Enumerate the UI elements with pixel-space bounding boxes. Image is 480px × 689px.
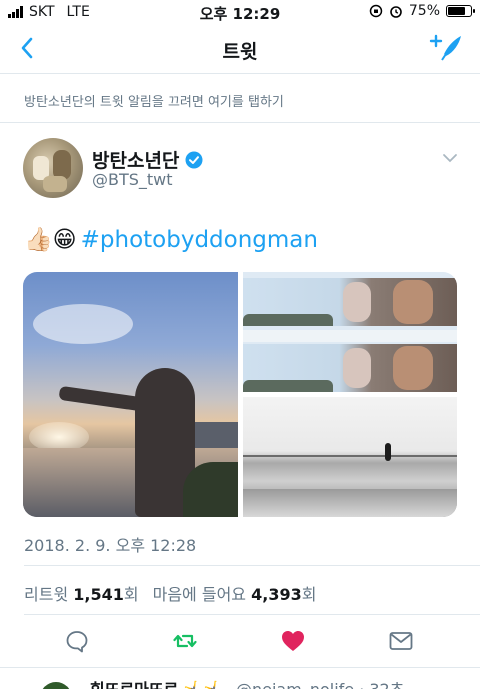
tweet-stats: 리트윗 1,541회 마음에 들어요 4,393회	[24, 581, 330, 605]
tweet-emoji: 👍🏻😁	[24, 227, 77, 253]
next-tweet-name: 힘뜨르마뜨르 🤸‍♀️🤸	[90, 676, 224, 689]
like-label: 마음에 들어요	[152, 585, 247, 604]
alarm-icon	[390, 6, 402, 18]
next-tweet-preview[interactable]: 힘뜨르마뜨르 🤸‍♀️🤸 @neiam_nolife · 32초	[0, 668, 480, 689]
author-handle[interactable]: @BTS_twt	[92, 170, 173, 189]
direct-message-icon[interactable]	[388, 628, 414, 654]
retweet-stat[interactable]: 리트윗 1,541회	[24, 581, 139, 605]
battery-percent: 75%	[408, 3, 440, 19]
tweet-text: 👍🏻😁 #photobyddongman	[24, 226, 318, 254]
retweet-label: 리트윗	[24, 585, 69, 604]
photo-1[interactable]	[23, 272, 238, 517]
photo-3[interactable]	[243, 397, 457, 517]
tweet-timestamp: 2018. 2. 9. 오후 12:28	[24, 536, 197, 555]
divider	[24, 614, 480, 615]
like-heart-icon[interactable]	[280, 628, 306, 654]
tweet-actions	[0, 626, 480, 658]
chevron-down-icon[interactable]	[442, 152, 458, 164]
avatar[interactable]	[40, 682, 72, 689]
photo-2[interactable]	[243, 272, 457, 392]
battery-icon	[446, 5, 475, 17]
compose-tweet-icon[interactable]	[428, 32, 464, 64]
status-bar: SKT LTE 오후 12:29 75%	[0, 0, 480, 24]
like-stat[interactable]: 마음에 들어요 4,393회	[153, 581, 317, 605]
verified-badge-icon	[185, 151, 203, 168]
media-grid	[23, 272, 457, 517]
reply-icon[interactable]	[64, 628, 90, 654]
orientation-lock-icon	[369, 4, 383, 18]
hashtag-link[interactable]: #photobyddongman	[81, 227, 318, 253]
notification-prompt[interactable]: 방탄소년단의 트윗 알림을 끄려면 여기를 탭하기	[24, 91, 284, 110]
status-right: 75%	[369, 3, 475, 19]
like-count: 4,393	[251, 585, 302, 604]
page-title: 트윗	[222, 41, 258, 63]
divider	[0, 122, 480, 123]
like-unit: 회	[301, 585, 317, 604]
author-name-row[interactable]: 방탄소년단	[92, 146, 203, 173]
author-avatar[interactable]	[23, 138, 83, 198]
author-name[interactable]: 방탄소년단	[92, 146, 179, 173]
retweet-unit: 회	[123, 585, 139, 604]
next-tweet-handle: @neiam_nolife · 32초	[236, 676, 404, 689]
retweet-count: 1,541	[73, 585, 124, 604]
divider	[24, 565, 480, 566]
battery-fill	[448, 7, 465, 15]
nav-bar: 트윗	[0, 24, 480, 74]
retweet-icon[interactable]	[172, 628, 198, 654]
